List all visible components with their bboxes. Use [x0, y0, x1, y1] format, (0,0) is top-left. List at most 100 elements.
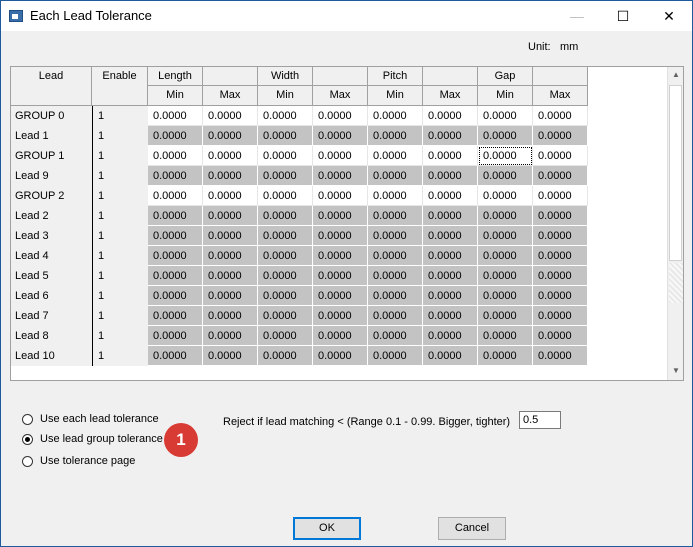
enable-cell[interactable]: 1 [92, 106, 148, 126]
radio-label[interactable]: Use each lead tolerance [40, 413, 159, 425]
tolerance-value-cell[interactable]: 0.0000 [368, 146, 423, 166]
column-subheader[interactable]: Min [368, 86, 423, 106]
unit-value: mm [560, 41, 579, 53]
lead-name-cell: Lead 5 [11, 266, 92, 286]
tolerance-value-cell[interactable]: 0.0000 [533, 186, 588, 206]
tolerance-value-cell[interactable]: 0.0000 [313, 106, 368, 126]
table-row[interactable]: Lead 6 1 0.0000 0.0000 0.0000 0.0000 0.0000 0.0… [11, 286, 588, 306]
column-header[interactable]: Gap [478, 67, 533, 86]
tolerance-value-cell[interactable]: 0.0000 [148, 186, 203, 206]
ok-button[interactable]: OK [293, 517, 361, 540]
column-header[interactable]: Length [148, 67, 203, 86]
column-subheader[interactable]: Max [423, 86, 478, 106]
tolerance-value-cell[interactable]: 0.0000 [478, 186, 533, 206]
tolerance-value-cell[interactable]: 0.0000 [148, 146, 203, 166]
tolerance-value-cell[interactable]: 0.0000 [533, 106, 588, 126]
tolerance-value-cell: 0.0000 [368, 286, 423, 306]
column-header[interactable] [533, 67, 588, 86]
tolerance-value-cell[interactable]: 0.0000 [203, 146, 258, 166]
tolerance-value-cell: 0.0000 [368, 166, 423, 186]
tolerance-grid[interactable]: Lead Enable Length Width Pitch Gap Min Max Min Ma… [10, 66, 684, 381]
tolerance-value-cell[interactable]: 0.0000 [368, 106, 423, 126]
scrollbar-thumb[interactable] [669, 85, 682, 261]
tolerance-value-cell[interactable]: 0.0000 [258, 146, 313, 166]
column-header[interactable]: Enable [92, 67, 148, 106]
tolerance-value-cell: 0.0000 [313, 126, 368, 146]
maximize-button[interactable]: ☐ [600, 1, 646, 31]
cancel-button[interactable]: Cancel [438, 517, 506, 540]
lead-name-cell: Lead 10 [11, 346, 92, 366]
enable-cell[interactable]: 1 [92, 166, 148, 186]
tolerance-value-cell[interactable]: 0.0000 [423, 146, 478, 166]
tolerance-value-cell[interactable]: 0.0000 [203, 186, 258, 206]
tolerance-value-cell[interactable]: 0.0000 [313, 186, 368, 206]
tolerance-value-cell: 0.0000 [148, 306, 203, 326]
tolerance-value-cell[interactable]: 0.0000 [423, 186, 478, 206]
tolerance-value-cell[interactable]: 0.0000 [533, 146, 588, 166]
table-row[interactable]: GROUP 1 1 0.0000 0.0000 0.0000 0.0000 0.0000 0.… [11, 146, 588, 166]
scrollbar-track[interactable] [669, 263, 683, 303]
enable-cell[interactable]: 1 [92, 146, 148, 166]
enable-cell[interactable]: 1 [92, 186, 148, 206]
column-header[interactable] [313, 67, 368, 86]
tolerance-value-cell[interactable]: 0.0000 [423, 106, 478, 126]
tolerance-value-cell: 0.0000 [368, 206, 423, 226]
column-header[interactable] [423, 67, 478, 86]
enable-cell[interactable]: 1 [92, 326, 148, 346]
tolerance-value-cell: 0.0000 [368, 226, 423, 246]
lead-name-cell: GROUP 2 [11, 186, 92, 206]
enable-cell[interactable]: 1 [92, 126, 148, 146]
radio-button-icon[interactable] [22, 414, 33, 425]
column-subheader[interactable]: Min [148, 86, 203, 106]
table-row[interactable]: Lead 8 1 0.0000 0.0000 0.0000 0.0000 0.0000 0.0… [11, 326, 588, 346]
tolerance-value-cell[interactable]: 0.0000 [478, 106, 533, 126]
tolerance-value-cell[interactable]: 0.0000 [148, 106, 203, 126]
column-subheader[interactable]: Max [313, 86, 368, 106]
column-header[interactable] [203, 67, 258, 86]
enable-cell[interactable]: 1 [92, 286, 148, 306]
radio-button-icon[interactable] [22, 434, 33, 445]
table-row[interactable]: Lead 7 1 0.0000 0.0000 0.0000 0.0000 0.0000 0.0… [11, 306, 588, 326]
radio-label[interactable]: Use lead group tolerance [40, 433, 163, 445]
tolerance-value-cell[interactable]: 0.0000 [258, 106, 313, 126]
table-row[interactable]: Lead 9 1 0.0000 0.0000 0.0000 0.0000 0.0000 0.0… [11, 166, 588, 186]
table-row[interactable]: Lead 5 1 0.0000 0.0000 0.0000 0.0000 0.0000 0.0… [11, 266, 588, 286]
tolerance-value-cell[interactable]: 0.0000 [203, 106, 258, 126]
tolerance-value-cell[interactable]: 0.0000 [478, 146, 533, 166]
scroll-down-icon[interactable]: ▼ [668, 363, 683, 379]
column-subheader[interactable]: Min [478, 86, 533, 106]
column-header[interactable]: Lead [11, 67, 92, 106]
lead-name-cell: Lead 7 [11, 306, 92, 326]
enable-cell[interactable]: 1 [92, 266, 148, 286]
column-header[interactable]: Pitch [368, 67, 423, 86]
reject-threshold-input[interactable] [519, 411, 561, 429]
radio-label[interactable]: Use tolerance page [40, 455, 135, 467]
step-badge: 1 [164, 423, 198, 457]
table-row[interactable]: Lead 2 1 0.0000 0.0000 0.0000 0.0000 0.0000 0.0… [11, 206, 588, 226]
column-subheader[interactable]: Max [533, 86, 588, 106]
enable-cell[interactable]: 1 [92, 206, 148, 226]
enable-cell[interactable]: 1 [92, 246, 148, 266]
tolerance-value-cell[interactable]: 0.0000 [368, 186, 423, 206]
tolerance-value-cell[interactable]: 0.0000 [258, 186, 313, 206]
enable-cell[interactable]: 1 [92, 226, 148, 246]
table-row[interactable]: GROUP 0 1 0.0000 0.0000 0.0000 0.0000 0.0000 0.… [11, 106, 588, 126]
tolerance-value-cell: 0.0000 [478, 326, 533, 346]
table-row[interactable]: Lead 4 1 0.0000 0.0000 0.0000 0.0000 0.0000 0.0… [11, 246, 588, 266]
enable-cell[interactable]: 1 [92, 306, 148, 326]
close-button[interactable]: ✕ [646, 1, 692, 31]
table-row[interactable]: Lead 3 1 0.0000 0.0000 0.0000 0.0000 0.0000 0.0… [11, 226, 588, 246]
radio-button-icon[interactable] [22, 456, 33, 467]
table-row[interactable]: Lead 10 1 0.0000 0.0000 0.0000 0.0000 0.0000 0.… [11, 346, 588, 366]
app-icon [9, 10, 23, 22]
vertical-scrollbar[interactable]: ▲ ▼ [667, 67, 683, 380]
scroll-up-icon[interactable]: ▲ [668, 67, 683, 83]
column-subheader[interactable]: Max [203, 86, 258, 106]
table-row[interactable]: GROUP 2 1 0.0000 0.0000 0.0000 0.0000 0.0000 0.… [11, 186, 588, 206]
column-subheader[interactable]: Min [258, 86, 313, 106]
table-row[interactable]: Lead 1 1 0.0000 0.0000 0.0000 0.0000 0.0000 0.0… [11, 126, 588, 146]
lead-name-cell: Lead 1 [11, 126, 92, 146]
enable-cell[interactable]: 1 [92, 346, 148, 366]
tolerance-value-cell[interactable]: 0.0000 [313, 146, 368, 166]
column-header[interactable]: Width [258, 67, 313, 86]
